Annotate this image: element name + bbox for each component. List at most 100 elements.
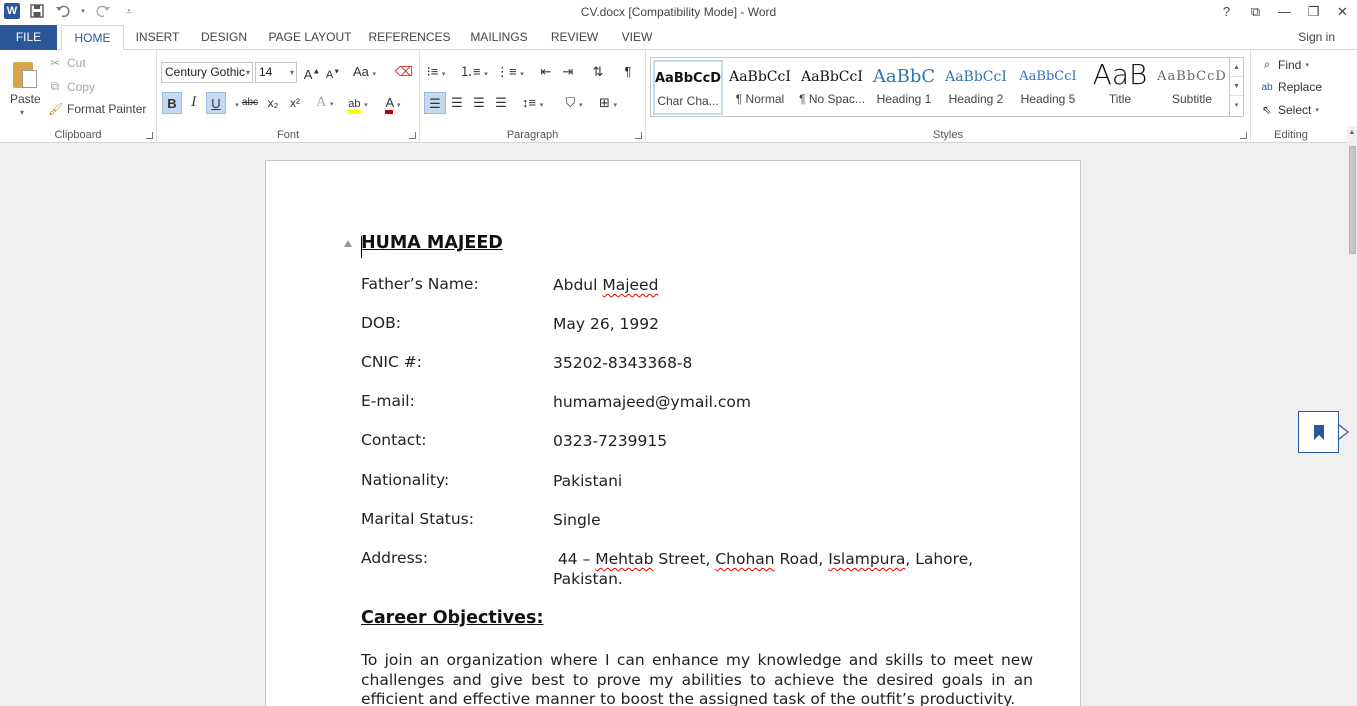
help-button[interactable]: ? [1212,0,1241,24]
paste-icon[interactable] [10,58,38,90]
style-name: ¶ Normal [735,92,785,106]
styles-dialog-launcher-icon[interactable] [1240,132,1247,139]
bullets-button[interactable]: ⁝≡ ▾ [426,61,446,83]
shrink-font-button[interactable]: A▼ [323,61,343,83]
styles-gallery-scroll: ▲ ▼ ▾ [1229,58,1243,116]
scroll-up-icon[interactable]: ▲ [1347,126,1357,140]
style-title[interactable]: AaB Title [1085,60,1155,115]
sign-in-link[interactable]: Sign in [1298,25,1335,50]
justify-button[interactable]: ☰ [491,92,511,114]
chevron-down-icon: ▾ [245,68,250,77]
font-dialog-launcher-icon[interactable] [409,132,416,139]
increase-indent-icon: ⇥ [562,64,574,79]
sort-button[interactable]: ⇅ [588,61,608,83]
replace-label: Replace [1278,80,1323,94]
align-right-icon: ☰ [473,95,485,110]
select-button[interactable]: ⇖ Select ▾ [1260,103,1319,117]
scrollbar-thumb[interactable] [1349,146,1356,254]
subscript-button[interactable]: x₂ [263,92,283,114]
restore-button[interactable]: ❐ [1299,0,1328,24]
superscript-button[interactable]: x² [285,92,305,114]
tab-page-layout[interactable]: PAGE LAYOUT [264,25,356,50]
field-label: CNIC #: [361,353,422,371]
style-heading-1[interactable]: AaBbC Heading 1 [869,60,939,115]
borders-button[interactable]: ⊞ ▾ [598,92,618,114]
align-left-button[interactable]: ☰ [424,92,446,114]
borders-icon: ⊞ [598,95,610,110]
style-char-char[interactable]: AaBbCcD Char Cha... [653,60,723,115]
shrink-font-icon: A▼ [325,68,341,81]
align-right-button[interactable]: ☰ [469,92,489,114]
shading-button[interactable]: ⛉ ▾ [564,92,584,114]
field-value: 0323-7239915 [553,432,668,450]
style-name: Char Cha... [657,94,719,108]
style-normal[interactable]: AaBbCcI ¶ Normal [725,60,795,115]
minimize-button[interactable]: — [1270,0,1299,24]
paste-button[interactable]: Paste [10,92,41,106]
cursor-arrow-icon: ⇖ [1261,103,1273,117]
line-spacing-button[interactable]: ↕≡ ▾ [522,92,543,114]
align-center-button[interactable]: ☰ [447,92,467,114]
gallery-down-icon[interactable]: ▼ [1230,77,1243,96]
style-heading-2[interactable]: AaBbCcI Heading 2 [941,60,1011,115]
style-name: ¶ No Spac... [799,92,865,106]
italic-button[interactable]: I [184,92,204,114]
multilevel-list-button[interactable]: ⋮≡ ▾ [496,61,524,83]
tab-home[interactable]: HOME [61,25,124,51]
tab-insert[interactable]: INSERT [130,25,185,50]
style-heading-5[interactable]: AaBbCcI Heading 5 [1013,60,1083,115]
underline-button[interactable]: U [206,92,226,114]
clear-formatting-button[interactable]: ⌫ [394,61,414,83]
show-hide-button[interactable]: ¶ [618,61,638,83]
tab-review[interactable]: REVIEW [546,25,603,50]
close-button[interactable]: ✕ [1328,0,1357,24]
tab-mailings[interactable]: MAILINGS [464,25,534,50]
change-case-button[interactable]: Aa ▾ [353,61,376,83]
grow-font-button[interactable]: A▲ [302,61,322,83]
font-name-combo[interactable]: Century Gothic ▾ [161,62,253,83]
tab-file[interactable]: FILE [0,25,57,50]
decrease-indent-button[interactable]: ⇤ [536,61,556,83]
numbering-button[interactable]: ⒈≡ ▾ [460,61,488,83]
tab-design[interactable]: DESIGN [196,25,252,50]
clipboard-dialog-launcher-icon[interactable] [146,132,153,139]
font-size-combo[interactable]: 14 ▾ [255,62,297,83]
style-sample: AaBbCcI [729,69,791,85]
tab-view[interactable]: VIEW [614,25,660,50]
font-color-button[interactable]: A ▾ [383,92,403,114]
paste-dropdown-icon[interactable]: ▾ [20,108,24,117]
bold-button[interactable]: B [162,92,182,114]
field-row-dob: DOB: May 26, 1992 [361,314,1033,336]
highlight-button[interactable]: ab ▾ [348,92,368,114]
career-objective-paragraph: To join an organization where I can enha… [361,651,1033,706]
field-value: Single [553,511,601,529]
field-label: Marital Status: [361,510,474,528]
document-page[interactable]: HUMA MAJEED Father’s Name: Abdul Majeed … [265,160,1081,706]
style-sample: AaBbCcD [655,71,721,86]
style-no-spacing[interactable]: AaBbCcI ¶ No Spac... [797,60,867,115]
ribbon-display-options-button[interactable]: ⧉ [1241,0,1270,24]
copy-button[interactable]: ⧉ Copy [48,79,95,94]
vertical-scrollbar[interactable]: ▲ [1347,126,1357,706]
cut-label: Cut [67,56,86,70]
cut-button[interactable]: ✂ Cut [48,56,86,70]
text-effects-button[interactable]: A ▾ [315,92,335,114]
clipboard-group-label: Clipboard [54,129,102,141]
collapse-heading-icon[interactable] [344,240,352,247]
replace-button[interactable]: ab Replace [1260,80,1322,94]
find-button[interactable]: ⌕ Find ▾ [1260,57,1309,72]
gallery-more-icon[interactable]: ▾ [1230,96,1243,115]
tab-references[interactable]: REFERENCES [368,25,451,50]
style-subtitle[interactable]: AaBbCcD Subtitle [1157,60,1227,115]
increase-indent-button[interactable]: ⇥ [558,61,578,83]
title-bar: W ▾ ⩡ CV.docx [Compatibility Mode] - Wor… [0,0,1357,25]
styles-group-label: Styles [933,129,963,141]
strikethrough-button[interactable]: abc [240,92,260,114]
change-case-icon: Aa [353,64,369,79]
font-color-icon: A [385,95,394,114]
paragraph-dialog-launcher-icon[interactable] [635,132,642,139]
format-painter-button[interactable]: 🖌 Format Painter [48,102,146,116]
window-controls: ? ⧉ — ❐ ✕ [1212,0,1357,24]
gallery-up-icon[interactable]: ▲ [1230,58,1243,77]
resume-reading-bookmark-button[interactable] [1298,411,1339,453]
